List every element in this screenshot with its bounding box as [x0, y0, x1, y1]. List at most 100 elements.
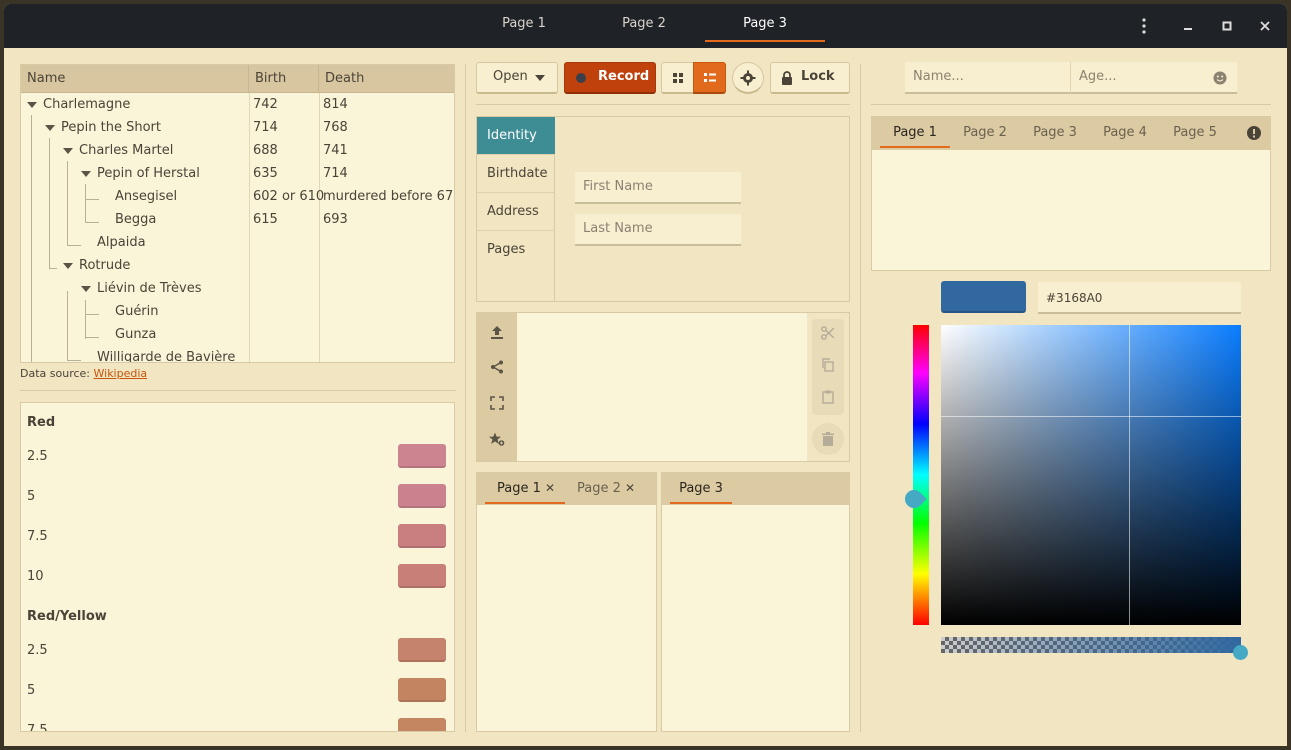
tree-row[interactable]: Willigarde de Bavière	[21, 346, 454, 362]
color-swatch-button[interactable]	[398, 484, 446, 508]
tree-birth-cell: 742	[253, 97, 278, 112]
stack-sidebar: Identity Birthdate Address Pages	[477, 117, 555, 301]
column-header-death[interactable]: Death	[319, 65, 454, 93]
sidebar-item-label: Identity	[487, 128, 537, 143]
sidebar-item-address[interactable]: Address	[477, 193, 555, 231]
expander-arrow-icon[interactable]	[27, 102, 37, 108]
tree-row[interactable]: Pepin of Herstal 635 714	[21, 162, 454, 185]
hex-color-field[interactable]: #3168A0	[1038, 282, 1241, 314]
tab-page-4[interactable]: Page 4	[1090, 117, 1160, 149]
tree-birth-cell: 615	[253, 212, 278, 227]
fullscreen-icon[interactable]	[482, 390, 512, 420]
tree-death-cell: 768	[323, 120, 348, 135]
tab-page-1[interactable]: Page 1 ✕	[485, 473, 565, 505]
minimize-icon[interactable]	[1174, 12, 1202, 40]
tab-label: Page 1	[893, 125, 937, 140]
color-swatch-button[interactable]	[398, 718, 446, 731]
grid-view-button[interactable]	[661, 62, 694, 94]
record-button[interactable]: Record	[564, 62, 656, 94]
header-tab-page-3[interactable]: Page 3	[705, 4, 825, 48]
smiley-icon[interactable]	[1213, 71, 1227, 85]
sidebar-item-identity[interactable]: Identity	[477, 117, 555, 155]
last-name-placeholder: Last Name	[583, 221, 653, 236]
tab-page-5[interactable]: Page 5	[1160, 117, 1230, 149]
sidebar-item-pages[interactable]: Pages	[477, 231, 555, 269]
kebab-menu-icon[interactable]	[1130, 12, 1158, 40]
name-field[interactable]: Name...	[905, 62, 1070, 94]
tab-page-2[interactable]: Page 2 ✕	[567, 473, 647, 505]
color-swatch-button[interactable]	[398, 524, 446, 548]
info-icon[interactable]	[1247, 126, 1261, 140]
open-menu-button[interactable]: Open	[476, 62, 558, 94]
last-name-field[interactable]: Last Name	[575, 214, 741, 246]
tree-row[interactable]: Ansegisel 602 or 610 murdered before 679	[21, 185, 454, 208]
upload-icon[interactable]	[482, 319, 512, 349]
settings-button[interactable]	[732, 62, 764, 94]
swatch-group-title: Red/Yellow	[27, 609, 107, 624]
alpha-slider[interactable]	[941, 637, 1241, 653]
expander-arrow-icon[interactable]	[81, 286, 91, 292]
tab-page-3[interactable]: Page 3	[1020, 117, 1090, 149]
list-view-button[interactable]	[693, 62, 726, 94]
age-placeholder: Age...	[1079, 69, 1117, 84]
header-tab-page-1[interactable]: Page 1	[464, 4, 584, 48]
tree-row[interactable]: Liévin de Trèves	[21, 277, 454, 300]
color-swatch-list[interactable]: Red 2.5 5 7.5 10 Red/Yellow 2.5 5 7.5	[20, 402, 455, 732]
swatch-label: 7.5	[27, 723, 48, 732]
close-icon[interactable]	[1251, 12, 1279, 40]
copy-icon[interactable]	[813, 352, 843, 382]
expander-arrow-icon[interactable]	[63, 148, 73, 154]
column-header-name[interactable]: Name	[21, 65, 249, 93]
sidebar-item-birthdate[interactable]: Birthdate	[477, 155, 555, 193]
alpha-slider-handle[interactable]	[1233, 645, 1248, 660]
delete-button[interactable]	[812, 423, 844, 455]
notebook-right: Page 3	[661, 472, 850, 732]
color-swatch-button[interactable]	[398, 638, 446, 662]
tree-row[interactable]: Guérin	[21, 300, 454, 323]
column-header-birth[interactable]: Birth	[249, 65, 319, 93]
header-bar: Page 1 Page 2 Page 3	[4, 4, 1287, 48]
saturation-value-plane[interactable]	[941, 325, 1241, 625]
header-tab-page-2[interactable]: Page 2	[584, 4, 704, 48]
tree-row[interactable]: Rotrude	[21, 254, 454, 277]
share-icon[interactable]	[482, 354, 512, 384]
tree-birth-cell: 635	[253, 166, 278, 181]
wikipedia-link[interactable]: Wikipedia	[94, 367, 148, 380]
header-label: Death	[325, 71, 365, 86]
age-field[interactable]: Age...	[1070, 62, 1237, 94]
swatch-group-title: Red	[27, 415, 56, 430]
tree-name-cell: Gunza	[115, 327, 157, 342]
tree-row[interactable]: Begga 615 693	[21, 208, 454, 231]
tab-page-1[interactable]: Page 1	[880, 117, 950, 149]
tree-row[interactable]: Pepin the Short 714 768	[21, 116, 454, 139]
tab-label: Page 2	[622, 16, 666, 31]
color-swatch-button[interactable]	[398, 564, 446, 588]
color-swatch-button[interactable]	[398, 444, 446, 468]
maximize-icon[interactable]	[1213, 12, 1241, 40]
tree-death-cell: 741	[323, 143, 348, 158]
tree-death-cell: murdered before 679	[323, 189, 455, 204]
cut-icon[interactable]	[813, 320, 843, 350]
tab-page-3[interactable]: Page 3	[670, 473, 732, 505]
alpha-gradient	[941, 637, 1241, 653]
first-name-field[interactable]: First Name	[575, 172, 741, 204]
tree-row[interactable]: Charlemagne 742 814	[21, 93, 454, 116]
paste-icon[interactable]	[813, 384, 843, 414]
lock-button[interactable]: Lock	[770, 62, 850, 94]
star-add-icon[interactable]	[482, 426, 512, 456]
grid-view-icon	[673, 73, 683, 83]
close-icon[interactable]: ✕	[545, 473, 555, 504]
current-color-swatch[interactable]	[941, 281, 1026, 313]
tree-row[interactable]: Alpaida	[21, 231, 454, 254]
tree-birth-cell: 688	[253, 143, 278, 158]
expander-arrow-icon[interactable]	[81, 171, 91, 177]
color-swatch-button[interactable]	[398, 678, 446, 702]
family-tree-view[interactable]: Name Birth Death Charlemagne 742 814 Pepin …	[20, 64, 455, 363]
expander-arrow-icon[interactable]	[45, 125, 55, 131]
hue-slider[interactable]	[913, 325, 929, 625]
expander-arrow-icon[interactable]	[63, 263, 73, 269]
tab-page-2[interactable]: Page 2	[950, 117, 1020, 149]
close-icon[interactable]: ✕	[625, 473, 635, 504]
tree-row[interactable]: Charles Martel 688 741	[21, 139, 454, 162]
tree-row[interactable]: Gunza	[21, 323, 454, 346]
